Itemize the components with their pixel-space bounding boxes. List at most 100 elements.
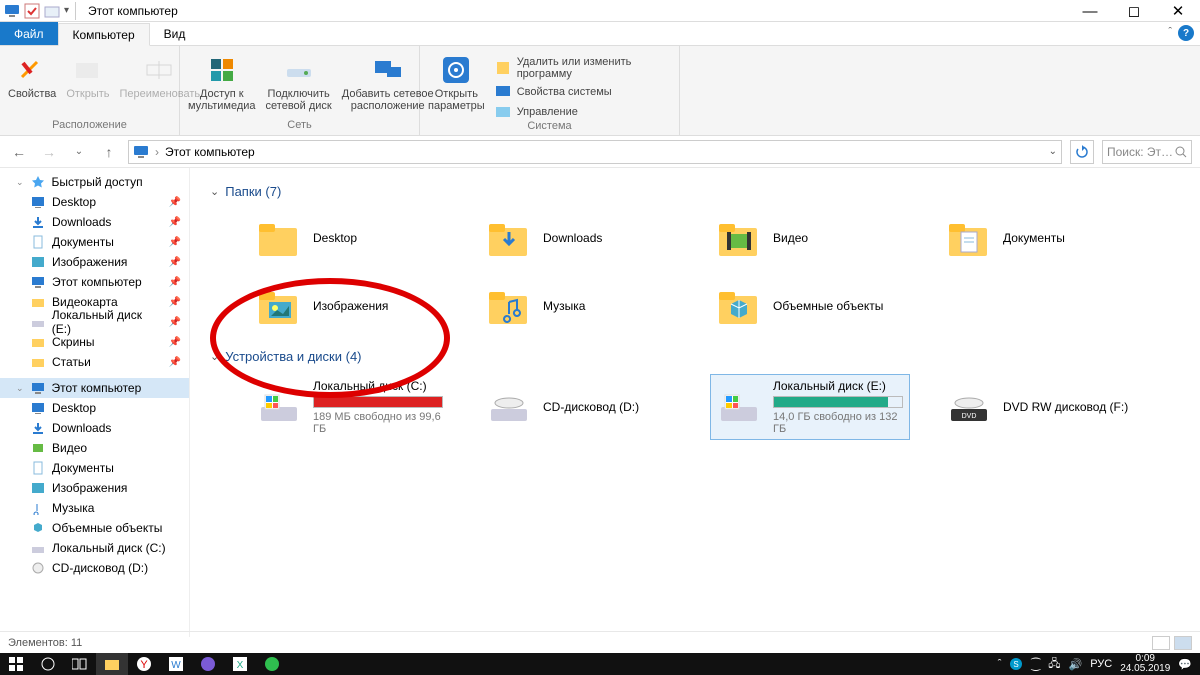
- sidebar-item[interactable]: Этот компьютер📌: [0, 272, 189, 292]
- volume-icon[interactable]: 🔊: [1069, 658, 1083, 671]
- group-devices-header[interactable]: ⌄Устройства и диски (4): [210, 349, 1180, 364]
- refresh-button[interactable]: [1070, 140, 1094, 164]
- explorer-taskbar-icon[interactable]: [96, 653, 128, 675]
- folder-icon: [485, 214, 533, 262]
- content-area[interactable]: ⌄Папки (7) Desktop Downloads Видео Документ…: [190, 168, 1200, 637]
- item-icon: [30, 400, 46, 416]
- uninstall-button[interactable]: Удалить или изменить программу: [495, 56, 671, 80]
- sidebar-item[interactable]: Музыка: [0, 498, 189, 518]
- up-button[interactable]: ↑: [98, 141, 120, 163]
- item-icon: [30, 480, 46, 496]
- sidebar-this-pc[interactable]: ⌄ Этот компьютер: [0, 378, 189, 398]
- item-icon: [30, 460, 46, 476]
- start-button[interactable]: [0, 653, 32, 675]
- folder-tile[interactable]: Музыка: [480, 277, 680, 335]
- maximize-button[interactable]: ◻: [1112, 0, 1156, 22]
- folder-tile[interactable]: Downloads: [480, 209, 680, 267]
- tray-chevron-icon[interactable]: ˆ: [998, 658, 1002, 670]
- drive-icon: [485, 383, 533, 431]
- sidebar-item[interactable]: Статьи📌: [0, 352, 189, 372]
- word-taskbar-icon[interactable]: W: [160, 653, 192, 675]
- sidebar-item[interactable]: Документы: [0, 458, 189, 478]
- system-props-button[interactable]: Свойства системы: [495, 84, 671, 100]
- language-indicator[interactable]: РУС: [1090, 658, 1112, 670]
- device-tile[interactable]: Локальный диск (C:)189 МБ свободно из 99…: [250, 374, 450, 440]
- sidebar-item[interactable]: Изображения📌: [0, 252, 189, 272]
- notifications-icon[interactable]: 💬: [1178, 658, 1192, 671]
- sidebar-item[interactable]: Downloads📌: [0, 212, 189, 232]
- ribbon-tabstrip: Файл Компьютер Вид ˆ ?: [0, 22, 1200, 46]
- minimize-button[interactable]: —: [1068, 0, 1112, 22]
- folder-tile[interactable]: Видео: [710, 209, 910, 267]
- excel-taskbar-icon[interactable]: X: [224, 653, 256, 675]
- qa-check-icon[interactable]: [24, 3, 40, 19]
- rename-button: Переименовать: [120, 54, 201, 100]
- sidebar-quick-access[interactable]: ⌄ Быстрый доступ: [0, 172, 189, 192]
- svg-text:Y: Y: [140, 659, 148, 671]
- yandex-taskbar-icon[interactable]: Y: [128, 653, 160, 675]
- device-tile[interactable]: CD-дисковод (D:): [480, 374, 680, 440]
- viber-taskbar-icon[interactable]: [192, 653, 224, 675]
- sidebar-item[interactable]: Downloads: [0, 418, 189, 438]
- ribbon: Свойства Открыть Переименовать Расположе…: [0, 46, 1200, 136]
- tray-app-icon[interactable]: S: [1009, 657, 1023, 671]
- device-tile[interactable]: Локальный диск (E:)14,0 ГБ свободно из 1…: [710, 374, 910, 440]
- address-dropdown-icon[interactable]: ⌄: [1049, 146, 1057, 157]
- sidebar-item[interactable]: Изображения: [0, 478, 189, 498]
- drive-icon: [715, 383, 763, 431]
- sidebar-item[interactable]: Объемные объекты: [0, 518, 189, 538]
- view-tiles-button[interactable]: [1174, 636, 1192, 650]
- cortana-icon[interactable]: [32, 653, 64, 675]
- breadcrumb[interactable]: Этот компьютер: [165, 145, 255, 159]
- qa-dropdown[interactable]: ▾: [64, 5, 69, 16]
- address-bar[interactable]: › Этот компьютер ⌄: [128, 140, 1062, 164]
- folder-tile[interactable]: Изображения: [250, 277, 450, 335]
- sidebar-item[interactable]: Локальный диск (C:): [0, 538, 189, 558]
- sidebar[interactable]: ⌄ Быстрый доступ Desktop📌Downloads📌Докум…: [0, 168, 190, 637]
- tab-computer[interactable]: Компьютер: [58, 23, 150, 46]
- item-icon: [30, 420, 46, 436]
- tab-file[interactable]: Файл: [0, 22, 58, 45]
- capacity-bar: [773, 396, 903, 408]
- sidebar-item[interactable]: Локальный диск (E:)📌: [0, 312, 189, 332]
- close-button[interactable]: ✕: [1156, 0, 1200, 22]
- device-tile[interactable]: DVDDVD RW дисковод (F:): [940, 374, 1140, 440]
- group-folders-header[interactable]: ⌄Папки (7): [210, 184, 1180, 199]
- manage-button[interactable]: Управление: [495, 104, 671, 120]
- folder-icon: [485, 282, 533, 330]
- back-button[interactable]: ←: [8, 141, 30, 163]
- collapse-ribbon-icon[interactable]: ˆ: [1168, 26, 1172, 38]
- folder-tile[interactable]: Desktop: [250, 209, 450, 267]
- clock[interactable]: 0:09 24.05.2019: [1120, 654, 1170, 674]
- folder-tile[interactable]: Документы: [940, 209, 1140, 267]
- whatsapp-taskbar-icon[interactable]: [256, 653, 288, 675]
- sidebar-item[interactable]: Desktop: [0, 398, 189, 418]
- wifi-icon[interactable]: ⁐: [1031, 658, 1040, 671]
- sidebar-item[interactable]: Документы📌: [0, 232, 189, 252]
- properties-button[interactable]: Свойства: [8, 54, 56, 100]
- search-icon: [1175, 146, 1187, 158]
- help-icon[interactable]: ?: [1178, 25, 1194, 41]
- network-icon[interactable]: 🖧: [1048, 655, 1060, 674]
- status-bar: Элементов: 11: [0, 631, 1200, 653]
- this-pc-icon: [133, 144, 149, 160]
- sidebar-item[interactable]: Desktop📌: [0, 192, 189, 212]
- map-drive-button[interactable]: Подключить сетевой диск: [266, 54, 332, 112]
- open-settings-button[interactable]: Открыть параметры: [428, 54, 485, 112]
- drive-icon: [255, 383, 303, 431]
- pin-icon: 📌: [169, 257, 181, 268]
- folder-tile[interactable]: Объемные объекты: [710, 277, 910, 335]
- view-details-button[interactable]: [1152, 636, 1170, 650]
- sidebar-item[interactable]: CD-дисковод (D:): [0, 558, 189, 578]
- pin-icon: 📌: [169, 197, 181, 208]
- item-icon: [30, 500, 46, 516]
- qa-folder-icon[interactable]: [44, 3, 60, 19]
- tab-view[interactable]: Вид: [150, 22, 200, 45]
- item-icon: [30, 354, 46, 370]
- recent-button[interactable]: ⌄: [68, 141, 90, 163]
- task-view-icon[interactable]: [64, 653, 96, 675]
- sidebar-item[interactable]: Видео: [0, 438, 189, 458]
- window-title: Этот компьютер: [88, 4, 178, 18]
- item-icon: [30, 314, 46, 330]
- search-input[interactable]: Поиск: Эт…: [1102, 140, 1192, 164]
